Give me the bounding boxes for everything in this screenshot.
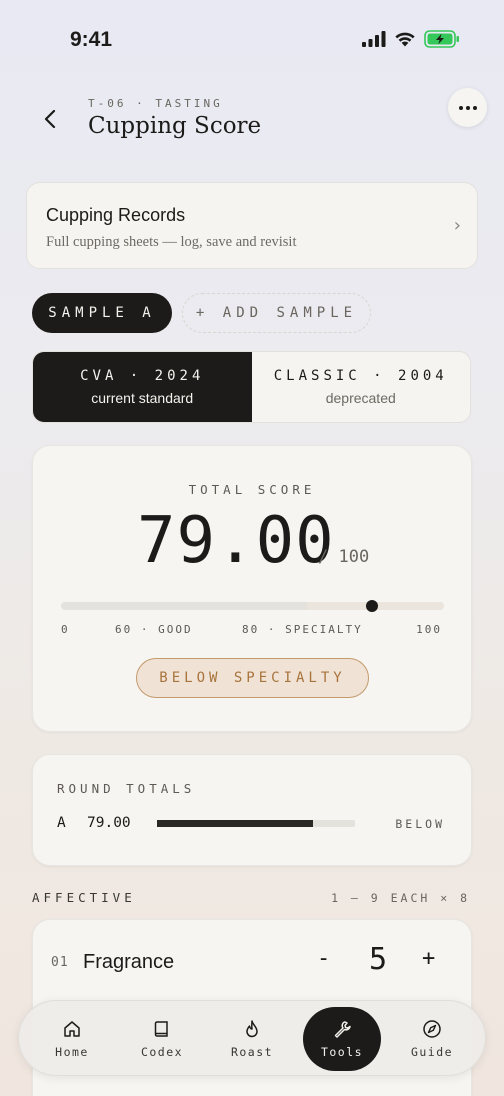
tab-guide[interactable]: Guide bbox=[393, 1001, 471, 1077]
back-button[interactable] bbox=[38, 106, 62, 132]
section-scale-note: 1 – 9 EACH × 8 bbox=[331, 891, 470, 905]
scale-tick-specialty: 80 · SPECIALTY bbox=[242, 623, 363, 636]
ellipsis-icon bbox=[458, 105, 477, 110]
status-time: 9:41 bbox=[70, 28, 113, 51]
battery-charging-icon bbox=[424, 30, 459, 48]
scale-tick-100: 100 bbox=[416, 623, 442, 636]
signal-icon bbox=[362, 31, 386, 47]
total-score-max: / 100 bbox=[318, 547, 370, 567]
score-scale-track bbox=[61, 602, 444, 610]
standard-classic-2004[interactable]: CLASSIC · 2004 deprecated bbox=[252, 352, 471, 422]
wifi-icon bbox=[395, 32, 415, 47]
scale-tick-0: 0 bbox=[61, 623, 70, 636]
tab-codex[interactable]: Codex bbox=[123, 1001, 201, 1077]
round-totals-label: ROUND TOTALS bbox=[57, 781, 196, 796]
attribute-index: 01 bbox=[51, 955, 69, 970]
chevron-left-icon bbox=[44, 109, 56, 129]
flame-icon bbox=[246, 1020, 258, 1038]
book-icon bbox=[154, 1021, 168, 1037]
tab-label: Roast bbox=[230, 1045, 274, 1059]
increment-button[interactable]: + bbox=[422, 946, 435, 971]
home-icon bbox=[64, 1021, 80, 1037]
records-subtitle: Full cupping sheets — log, save and revi… bbox=[46, 234, 297, 250]
tab-bar: Home Codex Roast Tools Guide bbox=[18, 1000, 486, 1076]
standard-name: CLASSIC · 2004 bbox=[273, 368, 448, 384]
tab-label: Home bbox=[55, 1045, 89, 1059]
page-kicker: T-06 · TASTING bbox=[88, 97, 223, 110]
tab-label: Tools bbox=[320, 1045, 364, 1059]
tab-roast[interactable]: Roast bbox=[213, 1001, 291, 1077]
round-score-fill bbox=[157, 820, 314, 827]
total-score-value: 79.00 bbox=[137, 504, 335, 578]
page-title: Cupping Score bbox=[88, 113, 262, 139]
sample-a-tab[interactable]: SAMPLE A bbox=[32, 293, 172, 333]
standard-cva-2024[interactable]: CVA · 2024 current standard bbox=[33, 352, 252, 422]
cupping-records-card[interactable]: Cupping Records Full cupping sheets — lo… bbox=[26, 182, 478, 269]
status-bar: 9:41 bbox=[0, 0, 504, 80]
status-icons bbox=[362, 30, 460, 48]
tab-tools[interactable]: Tools bbox=[303, 1007, 381, 1071]
tab-label: Codex bbox=[140, 1045, 184, 1059]
scale-tick-good: 60 · GOOD bbox=[115, 623, 193, 636]
tab-label: Guide bbox=[410, 1045, 454, 1059]
standard-note: current standard bbox=[91, 390, 194, 406]
standard-name: CVA · 2024 bbox=[80, 368, 205, 384]
add-sample-button[interactable]: + ADD SAMPLE bbox=[182, 293, 371, 333]
total-score-label: TOTAL SCORE bbox=[188, 482, 316, 497]
decrement-button[interactable]: - bbox=[317, 946, 330, 971]
records-title: Cupping Records bbox=[46, 205, 186, 225]
wrench-icon bbox=[334, 1021, 351, 1038]
status-badge: BELOW SPECIALTY bbox=[136, 658, 369, 698]
standard-toggle: CVA · 2024 current standard CLASSIC · 20… bbox=[32, 351, 471, 423]
chevron-right-icon: › bbox=[453, 215, 461, 236]
round-status: BELOW bbox=[395, 817, 445, 831]
total-score-card: TOTAL SCORE 79.00 / 100 0 60 · GOOD 80 ·… bbox=[32, 445, 472, 732]
attribute-name: Fragrance bbox=[83, 951, 175, 973]
round-totals-card: ROUND TOTALS A 79.00 BELOW bbox=[32, 754, 472, 866]
section-title-affective: AFFECTIVE bbox=[32, 890, 136, 905]
round-sample-label: A bbox=[57, 815, 66, 831]
score-marker bbox=[365, 600, 378, 612]
tab-home[interactable]: Home bbox=[33, 1001, 111, 1077]
round-sample-score: 79.00 bbox=[87, 815, 131, 831]
round-score-bar bbox=[157, 820, 355, 827]
compass-icon bbox=[423, 1020, 441, 1038]
standard-note: deprecated bbox=[325, 390, 396, 406]
attribute-value: 5 bbox=[369, 942, 388, 977]
more-button[interactable] bbox=[448, 88, 487, 127]
